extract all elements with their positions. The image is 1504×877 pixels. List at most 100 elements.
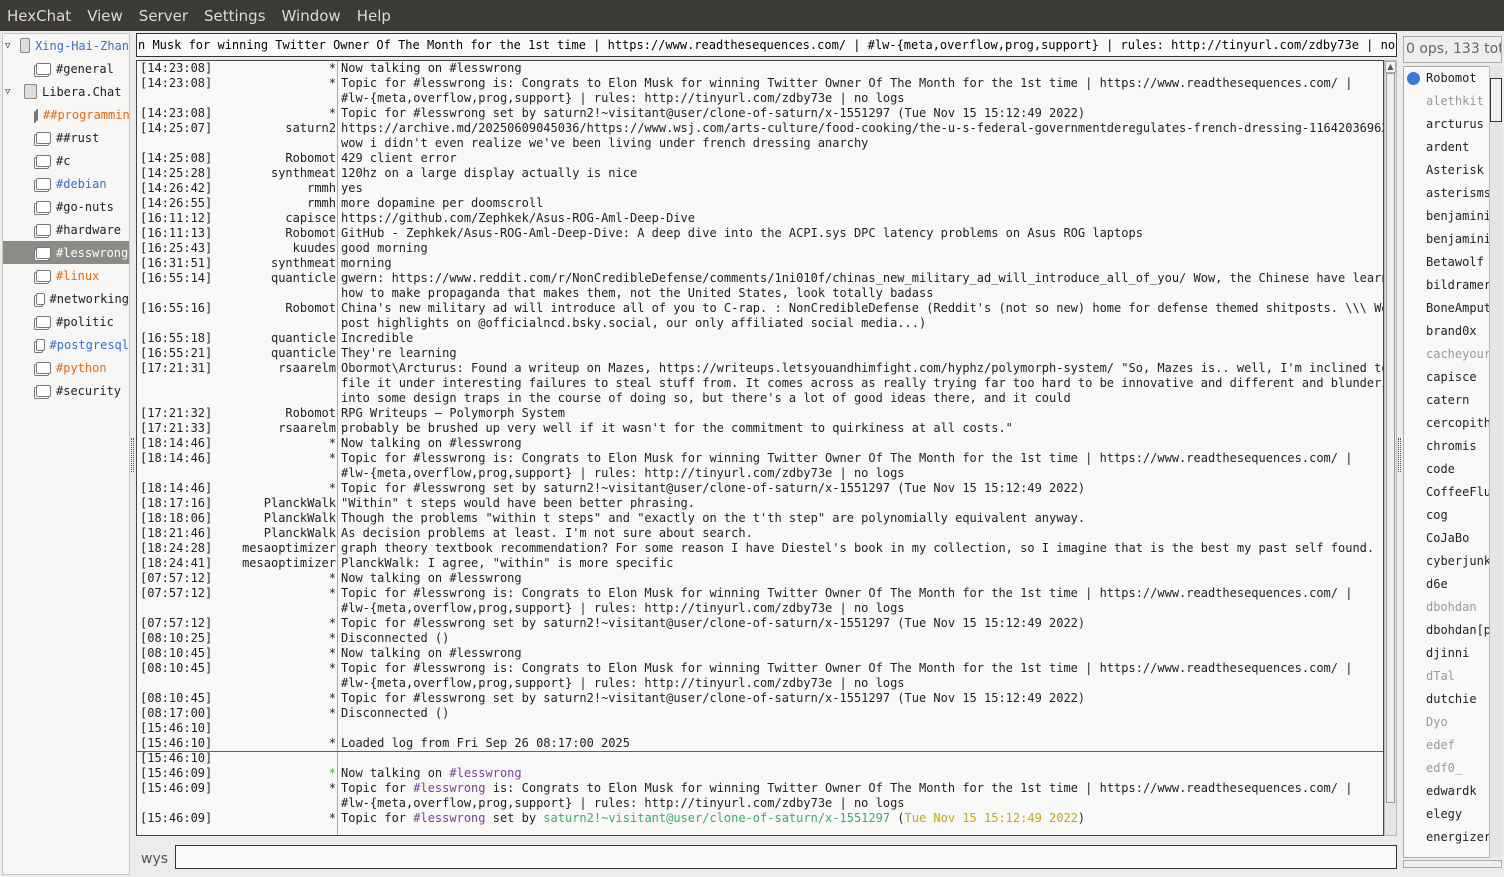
user-item[interactable]: d6e <box>1404 573 1501 596</box>
nick[interactable]: * <box>329 76 336 91</box>
channel-tree[interactable]: ▽ Xing-Hai-Zhan #general ▽ Libera.Chat ##prog… <box>2 33 130 875</box>
user-item[interactable]: catern <box>1404 389 1501 412</box>
nick[interactable]: capisce <box>285 211 336 226</box>
user-item[interactable]: djinni <box>1404 642 1501 665</box>
user-item[interactable]: capisce <box>1404 366 1501 389</box>
user-item[interactable]: dTal <box>1404 665 1501 688</box>
user-item[interactable]: CoJaBo <box>1404 527 1501 550</box>
nick[interactable]: Robomot <box>285 226 336 241</box>
userlist-hscrollbar[interactable] <box>1403 860 1502 868</box>
user-item[interactable]: Robomot <box>1404 67 1501 90</box>
nick[interactable]: * <box>329 481 336 496</box>
nick[interactable]: PlanckWalk <box>264 496 336 511</box>
nick[interactable]: * <box>329 646 336 661</box>
channel-item[interactable]: ##programming <box>3 103 129 126</box>
nick[interactable]: * <box>329 451 336 466</box>
user-item[interactable]: cyberjunk <box>1404 550 1501 573</box>
nick[interactable]: mesaoptimizer <box>242 556 336 571</box>
channel-item[interactable]: #lesswrong <box>3 241 129 264</box>
nick[interactable]: Robomot <box>285 406 336 421</box>
user-item[interactable]: Betawolf <box>1404 251 1501 274</box>
menu-settings[interactable]: Settings <box>204 7 266 25</box>
menu-view[interactable]: View <box>87 7 123 25</box>
channel-item[interactable]: #general <box>3 57 129 80</box>
server-item[interactable]: ▽ Libera.Chat <box>3 80 129 103</box>
user-item[interactable]: dbohdan <box>1404 596 1501 619</box>
user-item[interactable]: asterisms <box>1404 182 1501 205</box>
nick[interactable]: kuudes <box>293 241 336 256</box>
user-list[interactable]: Robomot alethkit arcturus ardent Asterisk ast… <box>1403 66 1502 858</box>
channel-item[interactable]: #go-nuts <box>3 195 129 218</box>
nick[interactable]: rsaarelm <box>278 421 336 436</box>
nick[interactable]: rmmh <box>307 181 336 196</box>
user-item[interactable]: elegy <box>1404 803 1501 826</box>
menu-server[interactable]: Server <box>139 7 188 25</box>
nick[interactable]: * <box>329 781 336 796</box>
server-item[interactable]: ▽ Xing-Hai-Zhan <box>3 34 129 57</box>
nick[interactable]: quanticle <box>271 331 336 346</box>
nick[interactable]: rsaarelm <box>278 361 336 376</box>
nick[interactable]: rmmh <box>307 196 336 211</box>
left-pane-resize-handle[interactable] <box>131 438 134 472</box>
nick[interactable]: saturn2 <box>285 121 336 136</box>
user-item[interactable]: benjamini <box>1404 228 1501 251</box>
nick[interactable]: * <box>329 571 336 586</box>
chat-scrollbar[interactable]: ▲ <box>1384 60 1397 836</box>
nick[interactable]: * <box>329 811 336 826</box>
nick[interactable]: PlanckWalk <box>264 526 336 541</box>
scroll-thumb[interactable] <box>1386 73 1395 803</box>
menu-hexchat[interactable]: HexChat <box>7 7 71 25</box>
nick[interactable]: * <box>329 691 336 706</box>
message-input[interactable] <box>175 845 1397 869</box>
channel-item[interactable]: #security <box>3 379 129 402</box>
nick[interactable]: * <box>329 61 336 76</box>
topic-bar[interactable]: n Musk for winning Twitter Owner Of The … <box>136 33 1397 57</box>
nick[interactable]: * <box>329 616 336 631</box>
user-item[interactable]: energizer <box>1404 826 1501 849</box>
nick[interactable]: quanticle <box>271 346 336 361</box>
nick[interactable]: synthmeat <box>271 256 336 271</box>
user-item[interactable]: chromis <box>1404 435 1501 458</box>
user-item[interactable]: edwardk <box>1404 780 1501 803</box>
user-item[interactable]: Asterisk <box>1404 159 1501 182</box>
user-item[interactable]: benjamini <box>1404 205 1501 228</box>
menu-window[interactable]: Window <box>282 7 341 25</box>
user-item[interactable]: ardent <box>1404 136 1501 159</box>
user-item[interactable]: dbohdan[p <box>1404 619 1501 642</box>
nick-button[interactable]: wys <box>141 851 168 867</box>
channel-item[interactable]: #postgresql <box>3 333 129 356</box>
channel-item[interactable]: #c <box>3 149 129 172</box>
nick[interactable]: * <box>329 106 336 121</box>
user-item[interactable]: bildramer <box>1404 274 1501 297</box>
nick[interactable]: * <box>329 766 336 781</box>
user-item[interactable]: BoneAmput <box>1404 297 1501 320</box>
user-item[interactable]: CoffeeFlu <box>1404 481 1501 504</box>
expander-icon[interactable]: ▽ <box>5 87 17 97</box>
chat-log[interactable]: [14:23:08] * Now talking on #lesswrong [14:… <box>136 60 1384 836</box>
user-item[interactable]: edef <box>1404 734 1501 757</box>
right-pane-resize-handle[interactable] <box>1398 438 1401 472</box>
user-item[interactable]: brand0x <box>1404 320 1501 343</box>
nick[interactable]: quanticle <box>271 271 336 286</box>
nick[interactable]: PlanckWalk <box>264 511 336 526</box>
nick[interactable]: * <box>329 706 336 721</box>
menu-help[interactable]: Help <box>357 7 391 25</box>
nick[interactable]: Robomot <box>285 301 336 316</box>
nick[interactable]: mesaoptimizer <box>242 541 336 556</box>
user-item[interactable]: dutchie <box>1404 688 1501 711</box>
user-item[interactable]: Dyo <box>1404 711 1501 734</box>
scroll-thumb[interactable] <box>1490 78 1502 122</box>
user-item[interactable]: alethkit <box>1404 90 1501 113</box>
userlist-scrollbar[interactable] <box>1489 66 1502 858</box>
nick[interactable]: * <box>329 661 336 676</box>
user-item[interactable]: code <box>1404 458 1501 481</box>
nick[interactable]: * <box>329 631 336 646</box>
user-item[interactable]: cercopith <box>1404 412 1501 435</box>
user-item[interactable]: cacheyour <box>1404 343 1501 366</box>
nick[interactable]: * <box>329 436 336 451</box>
channel-item[interactable]: #networking <box>3 287 129 310</box>
user-item[interactable]: arcturus <box>1404 113 1501 136</box>
channel-item[interactable]: #hardware <box>3 218 129 241</box>
channel-item[interactable]: ##rust <box>3 126 129 149</box>
expander-icon[interactable]: ▽ <box>5 41 13 51</box>
